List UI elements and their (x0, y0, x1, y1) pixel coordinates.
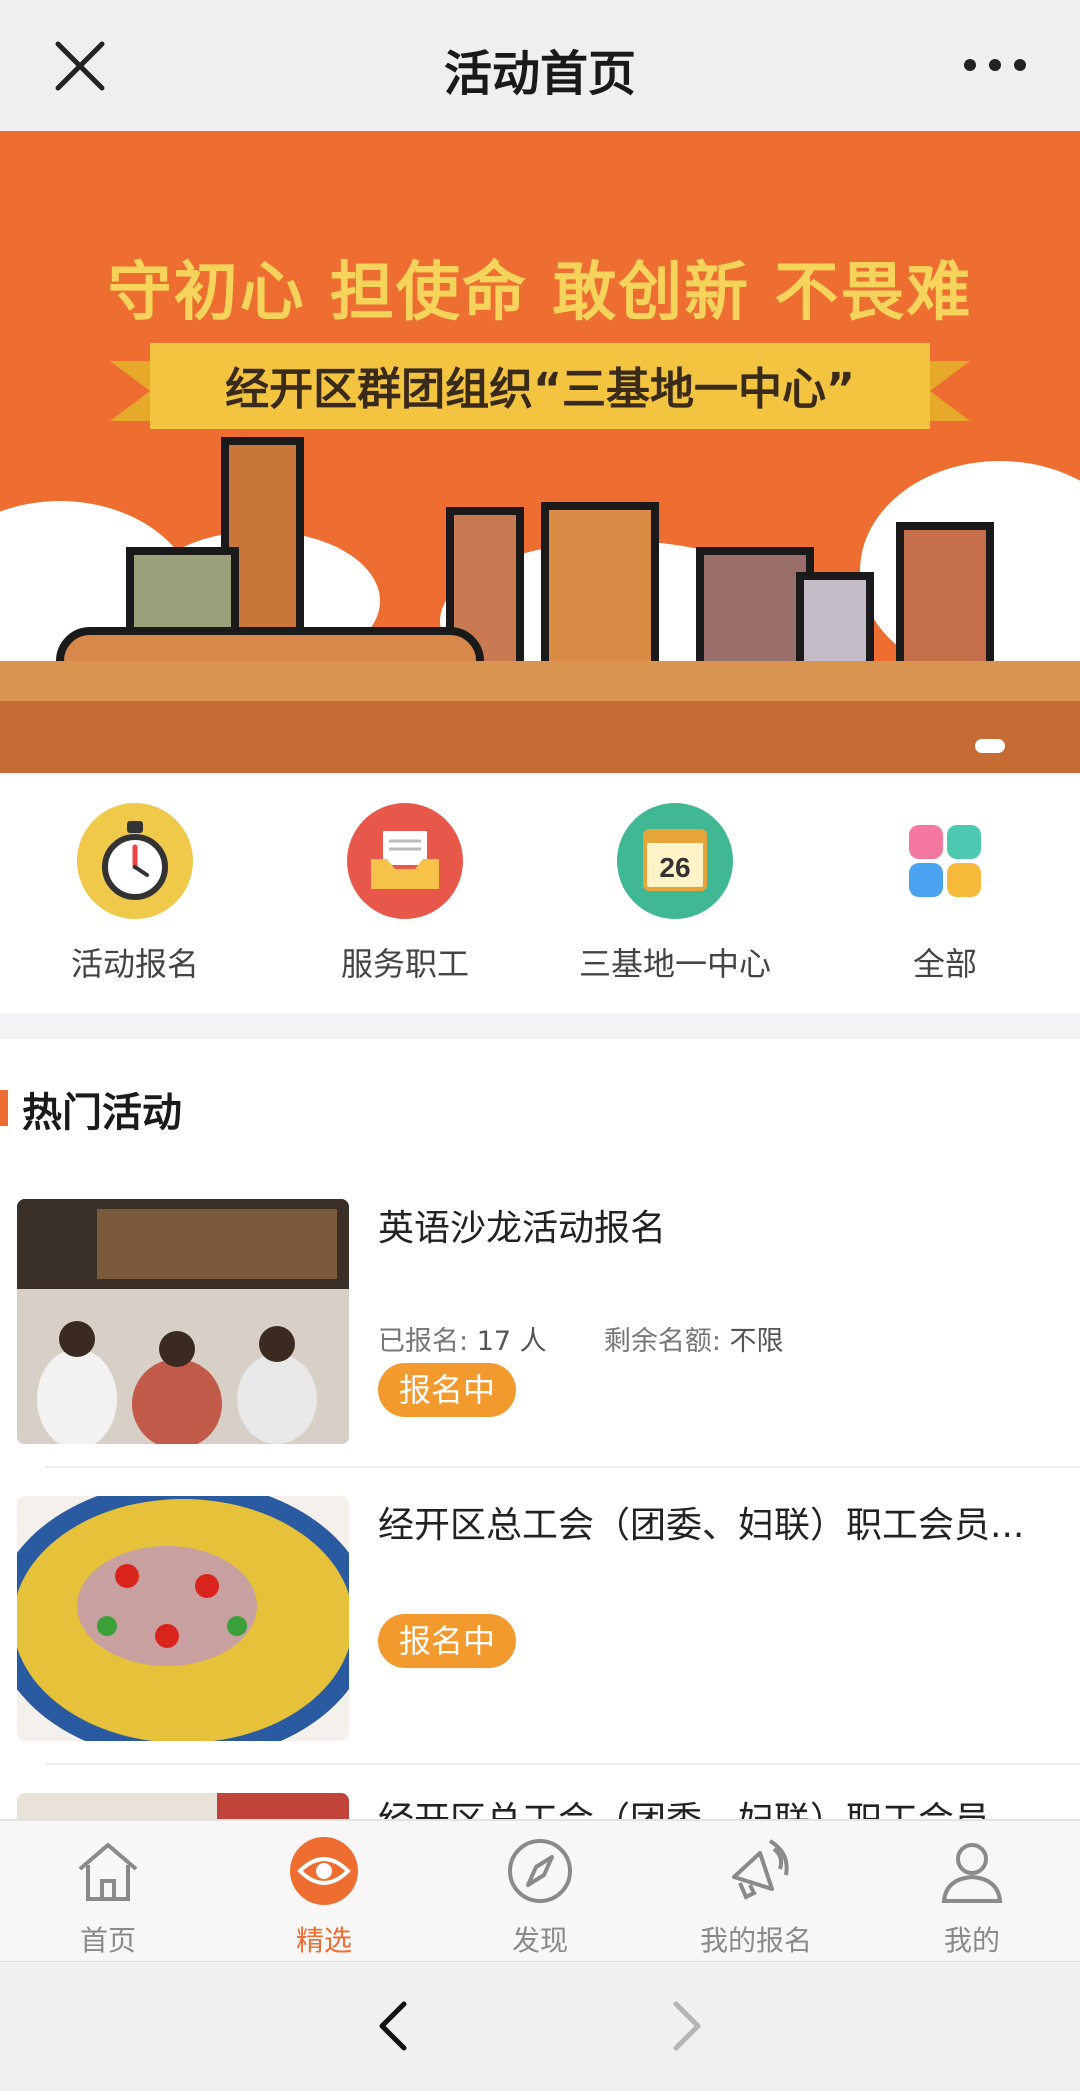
ribbon-tail-left (110, 361, 150, 421)
quick-item-label: 全部 (912, 945, 977, 983)
card-divider (45, 1763, 1080, 1765)
quick-item-serve-workers[interactable]: 服务职工 (270, 803, 540, 985)
grid-apps-icon (887, 803, 1003, 919)
inbox-mail-icon (347, 803, 463, 919)
status-badge: 报名中 (378, 1614, 516, 1668)
user-icon (941, 1843, 1003, 1903)
food-photo (17, 1793, 349, 1819)
registered-value: 17 人 (476, 1326, 547, 1357)
eye-icon (290, 1837, 358, 1905)
card-divider (45, 1466, 1080, 1468)
tab-label: 我的 (943, 1924, 1000, 1957)
activity-meta: 已报名: 17 人 剩余名额: 不限 (378, 1319, 784, 1358)
top-bar: 活动首页 (0, 0, 1080, 131)
home-icon (78, 1843, 138, 1901)
section-accent-bar (0, 1090, 8, 1126)
chevron-left-icon[interactable] (370, 1998, 420, 2054)
compass-icon (508, 1839, 572, 1903)
carousel-indicator[interactable] (975, 739, 1005, 753)
chevron-right-icon[interactable] (660, 1998, 710, 2054)
quick-item-three-bases[interactable]: 26 三基地一中心 (540, 803, 810, 985)
remaining-label: 剩余名额: (603, 1326, 721, 1357)
bottom-tab-bar: 首页 精选 发现 我的报名 我的 (0, 1819, 1080, 1961)
quick-item-all[interactable]: 全部 (810, 803, 1080, 985)
banner-slogan: 守初心 担使命 敢创新 不畏难 (107, 256, 973, 330)
meeting-room-photo (17, 1199, 349, 1444)
banner-carousel[interactable]: 守初心 担使命 敢创新 不畏难 经开区群团组织“三基地一中心” (0, 131, 1080, 773)
browser-nav-bar (0, 1961, 1080, 2091)
tab-home[interactable]: 首页 (0, 1835, 216, 1959)
activity-card[interactable]: 经开区总工会（团委、妇联）职工会员... 报名中 (0, 1496, 1080, 1792)
calendar-day-text: 26 (659, 852, 690, 883)
registered-label: 已报名: (378, 1326, 469, 1357)
tab-label: 精选 (295, 1924, 352, 1957)
calendar-icon: 26 (617, 803, 733, 919)
tab-label: 首页 (79, 1924, 136, 1957)
activity-name: 英语沙龙活动报名 (378, 1208, 667, 1249)
activity-card[interactable]: 英语沙龙活动报名 已报名: 17 人 剩余名额: 不限 报名中 (0, 1199, 1080, 1495)
quick-item-label: 活动报名 (70, 945, 199, 983)
status-badge: 报名中 (378, 1363, 516, 1417)
activity-name: 经开区总工会（团委、妇联）职工会员... (378, 1505, 1025, 1546)
stopwatch-icon (77, 803, 193, 919)
banner-ribbon-text: 经开区群团组织“三基地一中心” (225, 364, 855, 415)
section-separator (0, 1013, 1080, 1039)
tab-featured[interactable]: 精选 (216, 1835, 432, 1959)
activity-name: 经开区总工会（团委、妇联）职工会员... (378, 1793, 1058, 1819)
tab-my-signups[interactable]: 我的报名 (648, 1835, 864, 1959)
quick-item-label: 服务职工 (340, 945, 469, 983)
activity-card[interactable]: 经开区总工会（团委、妇联）职工会员... (0, 1793, 1080, 1819)
megaphone-icon (732, 1839, 789, 1900)
tab-mine[interactable]: 我的 (864, 1835, 1080, 1959)
quick-item-label: 三基地一中心 (578, 945, 771, 983)
tab-label: 我的报名 (699, 1924, 812, 1957)
city-skyline-illustration (0, 437, 1080, 773)
tab-label: 发现 (511, 1924, 568, 1957)
page-title: 活动首页 (443, 46, 636, 102)
tab-discover[interactable]: 发现 (432, 1835, 648, 1959)
ribbon-tail-right (930, 361, 970, 421)
spicy-fish-dish-photo (17, 1496, 349, 1741)
more-dots-icon[interactable] (960, 50, 1030, 80)
quick-item-activity-signup[interactable]: 活动报名 (0, 803, 270, 985)
quick-menu: 活动报名 服务职工 26 三基地一中心 全部 (0, 773, 1080, 1013)
remaining-value: 不限 (729, 1326, 784, 1357)
hot-activities-title: 热门活动 (22, 1090, 182, 1136)
